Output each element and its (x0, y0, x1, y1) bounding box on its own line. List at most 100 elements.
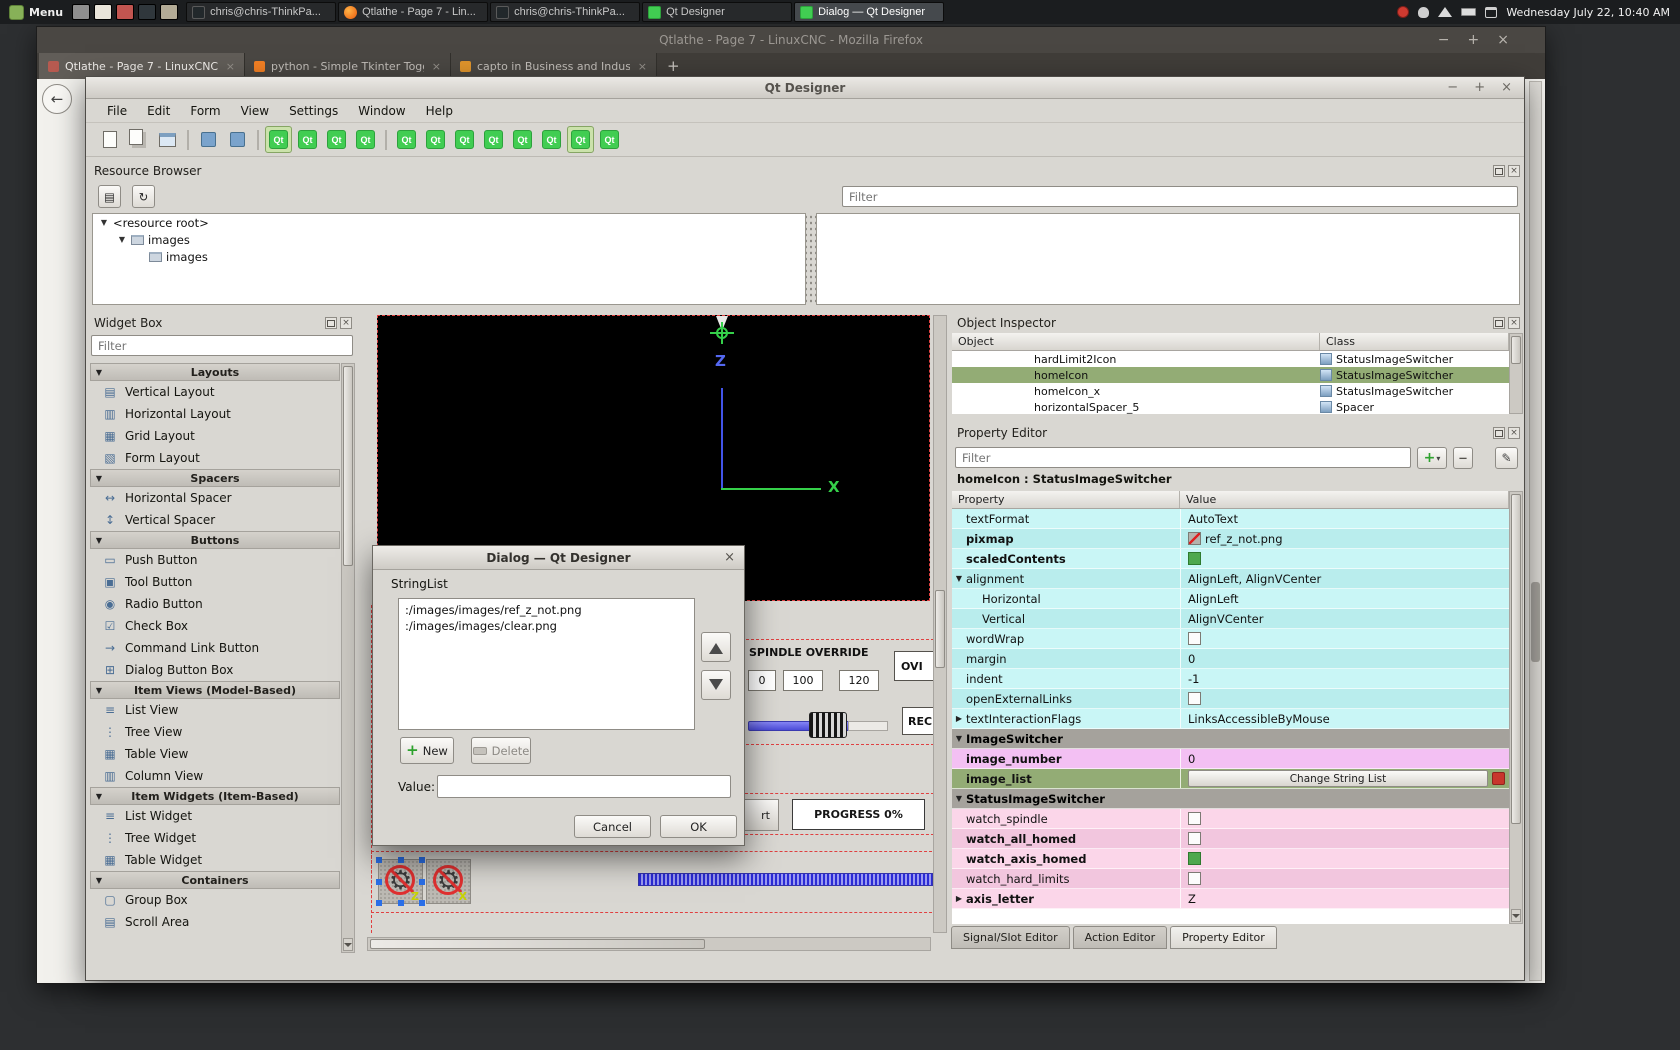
object-inspector-row[interactable]: homeIcon_x StatusImageSwitcher (952, 383, 1509, 399)
editor-tab[interactable]: Property Editor (1170, 926, 1277, 949)
scroll-down-icon[interactable] (1511, 909, 1521, 922)
jog-slider[interactable] (638, 873, 933, 886)
expander-icon[interactable]: ▼ (952, 734, 966, 743)
close-button[interactable]: × (1501, 80, 1512, 95)
abort-button[interactable]: rt (739, 799, 779, 831)
network-icon[interactable] (1438, 7, 1452, 17)
scrollbar-thumb[interactable] (935, 590, 945, 668)
spindle-override-slider[interactable] (748, 711, 888, 739)
property-value[interactable] (1180, 629, 1509, 648)
resource-filter-input[interactable] (842, 186, 1518, 207)
scrollbar-thumb[interactable] (343, 366, 353, 566)
edit-resources-button[interactable]: ▤ (98, 185, 121, 208)
layout-horizontal-splitter-button[interactable]: Qt (451, 126, 478, 153)
column-class[interactable]: Class (1320, 333, 1509, 350)
widgetbox-category[interactable]: ▼ Buttons (90, 531, 340, 549)
property-value[interactable] (1180, 549, 1509, 568)
edit-paste-button[interactable] (224, 126, 251, 153)
watch_all_homed-checkbox[interactable] (1188, 832, 1201, 845)
widgetbox-category[interactable]: ▼ Layouts (90, 363, 340, 381)
layout-vertical-button[interactable]: Qt (422, 126, 449, 153)
property-row[interactable]: watch_axis_homed (952, 849, 1509, 869)
property-row[interactable]: openExternalLinks (952, 689, 1509, 709)
widget-box-scrollbar[interactable] (341, 363, 355, 953)
widgetbox-widget[interactable]: ☑ Check Box (90, 615, 340, 637)
taskbar-item[interactable]: Qtlathe - Page 7 - Lin... (338, 2, 488, 22)
close-panel-icon[interactable]: × (340, 317, 352, 329)
remove-dynamic-property-button[interactable]: − (1453, 447, 1473, 469)
close-panel-icon[interactable]: × (1508, 165, 1520, 177)
widgetbox-category[interactable]: ▼ Item Widgets (Item-Based) (90, 787, 340, 805)
widget-box-header[interactable]: Widget Box × (88, 313, 356, 333)
property-row[interactable]: scaledContents (952, 549, 1509, 569)
widgetbox-widget[interactable]: ◉ Radio Button (90, 593, 340, 615)
taskbar-item[interactable]: Dialog — Qt Designer (794, 2, 944, 22)
expander-icon[interactable]: ▼ (952, 574, 966, 583)
watch_hard_limits-checkbox[interactable] (1188, 872, 1201, 885)
minimize-button[interactable]: − (1447, 80, 1458, 95)
move-up-button[interactable] (701, 632, 731, 662)
expander-icon[interactable]: ▶ (952, 714, 966, 723)
property-value[interactable]: LinksAccessibleByMouse (1180, 709, 1509, 728)
float-panel-icon[interactable] (1493, 317, 1505, 329)
object-inspector-header[interactable]: Object Inspector × (951, 313, 1524, 333)
property-value[interactable]: AlignVCenter (1180, 609, 1509, 628)
property-value[interactable]: 0 (1180, 749, 1509, 768)
close-panel-icon[interactable]: × (1508, 317, 1520, 329)
widgetbox-widget[interactable]: ▭ Push Button (90, 549, 340, 571)
taskbar-item[interactable]: chris@chris-ThinkPa... (490, 2, 640, 22)
widgetbox-widget[interactable]: ▤ Vertical Layout (90, 381, 340, 403)
scrollbar-thumb[interactable] (1511, 336, 1521, 364)
property-value[interactable] (1180, 689, 1509, 708)
firefox-titlebar[interactable]: Qtlathe - Page 7 - LinuxCNC - Mozilla Fi… (37, 27, 1545, 53)
property-row[interactable]: wordWrap (952, 629, 1509, 649)
minimize-button[interactable]: − (1438, 32, 1450, 48)
column-value[interactable]: Value (1180, 491, 1509, 508)
property-row[interactable]: image_list Change String List (952, 769, 1509, 789)
spindle-scale-value[interactable]: 100 (783, 670, 823, 691)
selection-handle[interactable] (376, 879, 382, 885)
update-shield-icon[interactable] (1397, 6, 1409, 18)
widgetbox-category[interactable]: ▼ Containers (90, 871, 340, 889)
configure-property-editor-button[interactable]: ✎ (1495, 447, 1518, 469)
widgetbox-category[interactable]: ▼ Item Views (Model-Based) (90, 681, 340, 699)
property-row[interactable]: margin 0 (952, 649, 1509, 669)
status-image-widget[interactable]: ⚙ Z (378, 859, 423, 904)
edit-tab-order-button[interactable]: Qt (352, 126, 379, 153)
add-dynamic-property-button[interactable]: + ▾ (1417, 447, 1447, 469)
reload-resources-button[interactable]: ↻ (132, 185, 155, 208)
launcher-folder-icon[interactable] (160, 4, 178, 20)
menu-item[interactable]: View (232, 102, 278, 120)
break-layout-button[interactable]: Qt (567, 126, 594, 153)
widgetbox-widget[interactable]: ↔ Horizontal Spacer (90, 487, 340, 509)
property-row[interactable]: textFormat AutoText (952, 509, 1509, 529)
property-row[interactable]: Vertical AlignVCenter (952, 609, 1509, 629)
layout-form-button[interactable]: Qt (509, 126, 536, 153)
stringlist-item[interactable]: :/images/images/ref_z_not.png (399, 602, 694, 618)
resource-tree-row[interactable]: ▼ images (93, 231, 805, 248)
spindle-scale-value[interactable]: 0 (748, 670, 776, 691)
object-inspector-row[interactable]: horizontalSpacer_5 Spacer (952, 399, 1509, 414)
widgetbox-widget[interactable]: ▦ Table View (90, 743, 340, 765)
property-value[interactable] (1180, 809, 1509, 828)
selection-handle[interactable] (398, 857, 404, 863)
float-panel-icon[interactable] (1493, 427, 1505, 439)
property-row[interactable]: image_number 0 (952, 749, 1509, 769)
widgetbox-widget[interactable]: ≡ List Widget (90, 805, 340, 827)
selection-handle[interactable] (419, 879, 425, 885)
new-form-button[interactable] (96, 126, 123, 153)
widgetbox-category[interactable]: ▼ Spacers (90, 469, 340, 487)
property-row[interactable]: ▼ StatusImageSwitcher (952, 789, 1509, 809)
property-value[interactable]: 0 (1180, 649, 1509, 668)
widgetbox-widget[interactable]: ▦ Table Widget (90, 849, 340, 871)
editor-tab[interactable]: Action Editor (1073, 926, 1168, 949)
widgetbox-widget[interactable]: ↕ Vertical Spacer (90, 509, 340, 531)
property-row[interactable]: ▼ alignment AlignLeft, AlignVCenter (952, 569, 1509, 589)
scroll-down-icon[interactable] (343, 938, 353, 951)
property-row[interactable]: ▶ textInteractionFlags LinksAccessibleBy… (952, 709, 1509, 729)
stringlist-item[interactable]: :/images/images/clear.png (399, 618, 694, 634)
qt-designer-titlebar[interactable]: Qt Designer − + × (86, 77, 1524, 99)
scrollbar-thumb[interactable] (1531, 582, 1540, 662)
widgetbox-widget[interactable]: ▢ Group Box (90, 889, 340, 911)
slider-handle[interactable] (809, 712, 847, 738)
